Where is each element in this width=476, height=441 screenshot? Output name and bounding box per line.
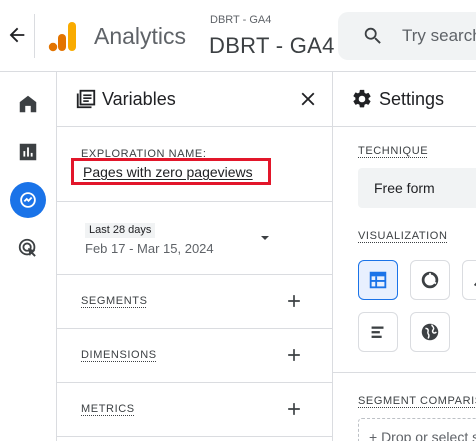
exploration-name-field[interactable]: Pages with zero pageviews <box>83 164 253 180</box>
home-icon <box>19 95 37 113</box>
app-name: Analytics <box>94 23 187 49</box>
date-preset-chip: Last 28 days <box>85 223 156 238</box>
rail-advertising-button[interactable] <box>10 230 46 266</box>
add-dimension-plus-icon[interactable] <box>284 345 304 365</box>
exploration-name-section: EXPLORATION NAME: Pages with zero pagevi… <box>57 127 333 202</box>
viz-donut-button[interactable] <box>410 260 450 300</box>
section-divider <box>333 372 476 373</box>
viz-bar-button[interactable] <box>358 312 398 352</box>
globe-icon <box>421 323 439 341</box>
search-placeholder[interactable]: Try search <box>402 26 476 46</box>
metrics-label: METRICS <box>81 403 135 415</box>
technique-select[interactable]: Free form <box>358 168 476 208</box>
viz-line-button[interactable] <box>462 260 476 300</box>
table-icon <box>369 271 387 289</box>
advertising-icon <box>18 238 36 257</box>
gear-icon <box>353 89 371 108</box>
back-arrow-icon[interactable] <box>6 24 28 46</box>
settings-panel: Settings TECHNIQUE Free form VISUALIZATI… <box>333 72 476 441</box>
property-selector[interactable]: DBRT - GA4 <box>209 33 335 59</box>
metrics-section: METRICS <box>57 383 333 437</box>
search-icon <box>364 27 381 44</box>
segments-label: SEGMENTS <box>81 295 148 307</box>
donut-chart-icon <box>421 271 439 289</box>
dimensions-label: DIMENSIONS <box>81 349 157 361</box>
bar-chart-icon <box>19 143 37 161</box>
date-range-section[interactable]: Last 28 days Feb 17 - Mar 15, 2024 <box>57 202 333 275</box>
viz-table-button[interactable] <box>358 260 398 300</box>
top-app-bar: Analytics DBRT - GA4 DBRT - GA4 Try sear… <box>0 0 476 72</box>
rail-home-button[interactable] <box>10 86 46 122</box>
variables-list-icon <box>76 89 96 109</box>
settings-title: Settings <box>379 89 445 109</box>
settings-header: Settings <box>333 72 476 127</box>
explore-icon <box>20 192 36 208</box>
segment-comparisons-label: SEGMENT COMPARISONS <box>358 395 476 407</box>
line-chart-icon <box>473 282 476 287</box>
variables-title: Variables <box>102 89 176 109</box>
visualization-label: VISUALIZATION <box>358 230 448 242</box>
add-segment-plus-icon[interactable] <box>284 291 304 311</box>
segments-section: SEGMENTS <box>57 275 333 329</box>
variables-panel: Variables EXPLORATION NAME: Pages with z… <box>57 72 333 441</box>
caret-down-icon[interactable] <box>259 232 271 244</box>
close-icon[interactable] <box>297 88 319 110</box>
rail-explore-button[interactable] <box>10 182 46 218</box>
left-nav-rail <box>0 72 57 441</box>
add-metric-plus-icon[interactable] <box>284 399 304 419</box>
rail-reports-button[interactable] <box>10 134 46 170</box>
technique-label: TECHNIQUE <box>358 145 429 157</box>
date-range-value[interactable]: Feb 17 - Mar 15, 2024 <box>85 241 214 256</box>
variables-header: Variables <box>57 72 333 127</box>
property-account-label[interactable]: DBRT - GA4 <box>210 14 271 26</box>
top-divider <box>34 14 35 58</box>
dimensions-section: DIMENSIONS <box>57 329 333 383</box>
technique-value: Free form <box>374 180 435 196</box>
viz-geo-button[interactable] <box>410 312 450 352</box>
segment-drop-text: + Drop or select segment <box>369 429 476 441</box>
horizontal-bar-icon <box>371 326 384 338</box>
analytics-logo-icon[interactable] <box>44 20 78 54</box>
